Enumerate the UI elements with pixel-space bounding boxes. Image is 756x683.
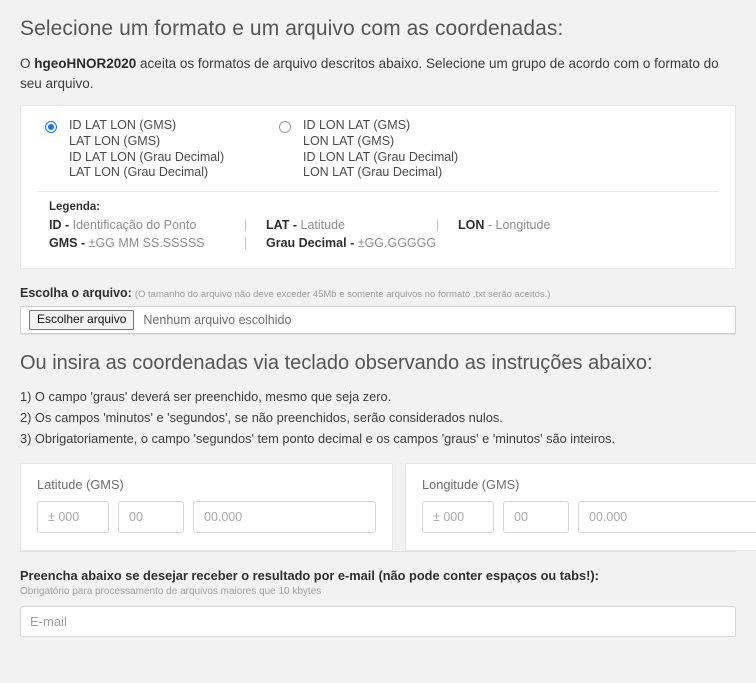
legend-item-lat: LAT - Latitude: [266, 218, 436, 232]
latitude-degrees-input[interactable]: [37, 501, 109, 534]
legend-key: Grau Decimal -: [266, 236, 355, 251]
format-options-card: ID LAT LON (GMS) LAT LON (GMS) ID LAT LO…: [20, 105, 736, 270]
email-section-title: Preencha abaixo se desejar receber o res…: [20, 568, 599, 584]
legend-item-gms: GMS - ±GG MM SS.SSSSS: [49, 236, 244, 250]
legend-item-grau-decimal: Grau Decimal - ±GG.GGGGG: [266, 236, 436, 250]
latitude-card: Latitude (GMS): [20, 463, 393, 552]
intro-paragraph: O hgeoHNOR2020 aceita os formatos de arq…: [20, 54, 720, 94]
file-chooser-label: Escolha o arquivo:: [20, 286, 132, 301]
manual-entry-notes: 1) O campo 'graus' deverá ser preenchido…: [20, 386, 736, 449]
intro-prefix: O: [20, 56, 35, 71]
section-divider-1: [20, 334, 736, 336]
legend-separator: |: [436, 218, 440, 233]
page-root: Selecione um formato e um arquivo com as…: [0, 0, 756, 683]
legend-key: GMS -: [49, 236, 86, 251]
page-title: Selecione um formato e um arquivo com as…: [20, 17, 564, 40]
radio-option-lat-lon[interactable]: ID LAT LON (GMS) LAT LON (GMS) ID LAT LO…: [37, 118, 273, 181]
radio-label-line: ID LON LAT (Grau Decimal): [303, 149, 459, 164]
email-section: Preencha abaixo se desejar receber o res…: [20, 568, 736, 638]
longitude-card-title: Longitude (GMS): [422, 477, 520, 493]
legend-key: LAT -: [266, 218, 298, 233]
file-input[interactable]: Escolher arquivo Nenhum arquivo escolhid…: [20, 306, 736, 335]
longitude-minutes-input[interactable]: [503, 501, 569, 534]
latitude-seconds-input[interactable]: [193, 501, 376, 534]
radio-label-line: ID LAT LON (Grau Decimal): [69, 149, 225, 164]
file-chooser-label-row: Escolha o arquivo: (O tamanho do arquivo …: [20, 286, 736, 300]
legend-key: ID -: [49, 218, 70, 233]
section-divider-2: [20, 551, 736, 553]
note-item: 1) O campo 'graus' deverá ser preenchido…: [20, 389, 392, 405]
legend-separator: |: [244, 236, 248, 251]
choose-file-button[interactable]: Escolher arquivo: [29, 310, 135, 331]
legend-row-1: ID - Identificação do Ponto | LAT - Lati…: [49, 218, 719, 232]
coordinate-cards: Latitude (GMS) Longitude (GMS): [20, 463, 756, 552]
note-item: 2) Os campos 'minutos' e 'segundos', se …: [20, 410, 503, 426]
file-chooser-hint: (O tamanho do arquivo não deve exceder 4…: [134, 289, 551, 301]
legend-value: - Longitude: [484, 218, 551, 233]
latitude-inputs: [37, 501, 376, 534]
radio-indicator-selected[interactable]: [45, 121, 57, 133]
legend-item-id: ID - Identificação do Ponto: [49, 218, 244, 232]
legend-separator: |: [244, 218, 248, 233]
legend-value: Latitude: [297, 218, 345, 233]
radio-label-line: ID LON LAT (GMS): [303, 118, 411, 132]
manual-entry-title: Ou insira as coordenadas via teclado obs…: [20, 352, 653, 375]
app-name: hgeoHNOR2020: [34, 56, 137, 71]
legend-block: Legenda: ID - Identificação do Ponto | L…: [37, 192, 719, 258]
radio-label-line: LAT LON (Grau Decimal): [69, 165, 209, 180]
longitude-degrees-input[interactable]: [422, 501, 494, 534]
legend-value: ±GG.GGGGG: [354, 236, 437, 251]
radio-option-lat-lon-labels: ID LAT LON (GMS) LAT LON (GMS) ID LAT LO…: [69, 118, 224, 181]
longitude-card: Longitude (GMS): [405, 463, 756, 552]
legend-row-2: GMS - ±GG MM SS.SSSSS | Grau Decimal - ±…: [49, 236, 719, 250]
legend-value: ±GG MM SS.SSSSS: [85, 236, 205, 251]
legend-value: Identificação do Ponto: [69, 218, 197, 233]
latitude-card-title: Latitude (GMS): [37, 477, 124, 493]
radio-label-line: LON LAT (Grau Decimal): [303, 165, 443, 180]
radio-option-lon-lat[interactable]: ID LON LAT (GMS) LON LAT (GMS) ID LON LA…: [273, 118, 573, 181]
email-input[interactable]: [20, 606, 736, 638]
note-item: 3) Obrigatoriamente, o campo 'segundos' …: [20, 431, 616, 447]
legend-item-lon: LON - Longitude: [458, 218, 550, 232]
legend-key: LON: [458, 218, 485, 233]
radio-indicator-unselected[interactable]: [279, 121, 291, 133]
file-status-text: Nenhum arquivo escolhido: [143, 313, 292, 328]
radio-label-line: LAT LON (GMS): [69, 133, 161, 148]
email-section-subtitle: Obrigatório para processamento de arquiv…: [20, 586, 322, 598]
format-radio-group: ID LAT LON (GMS) LAT LON (GMS) ID LAT LO…: [37, 118, 719, 189]
longitude-inputs: [422, 501, 756, 534]
latitude-minutes-input[interactable]: [118, 501, 184, 534]
legend-title: Legenda:: [49, 201, 101, 214]
radio-label-line: LON LAT (GMS): [303, 133, 395, 148]
radio-label-line: ID LAT LON (GMS): [69, 118, 177, 132]
longitude-seconds-input[interactable]: [578, 501, 756, 534]
radio-option-lon-lat-labels: ID LON LAT (GMS) LON LAT (GMS) ID LON LA…: [303, 118, 458, 181]
